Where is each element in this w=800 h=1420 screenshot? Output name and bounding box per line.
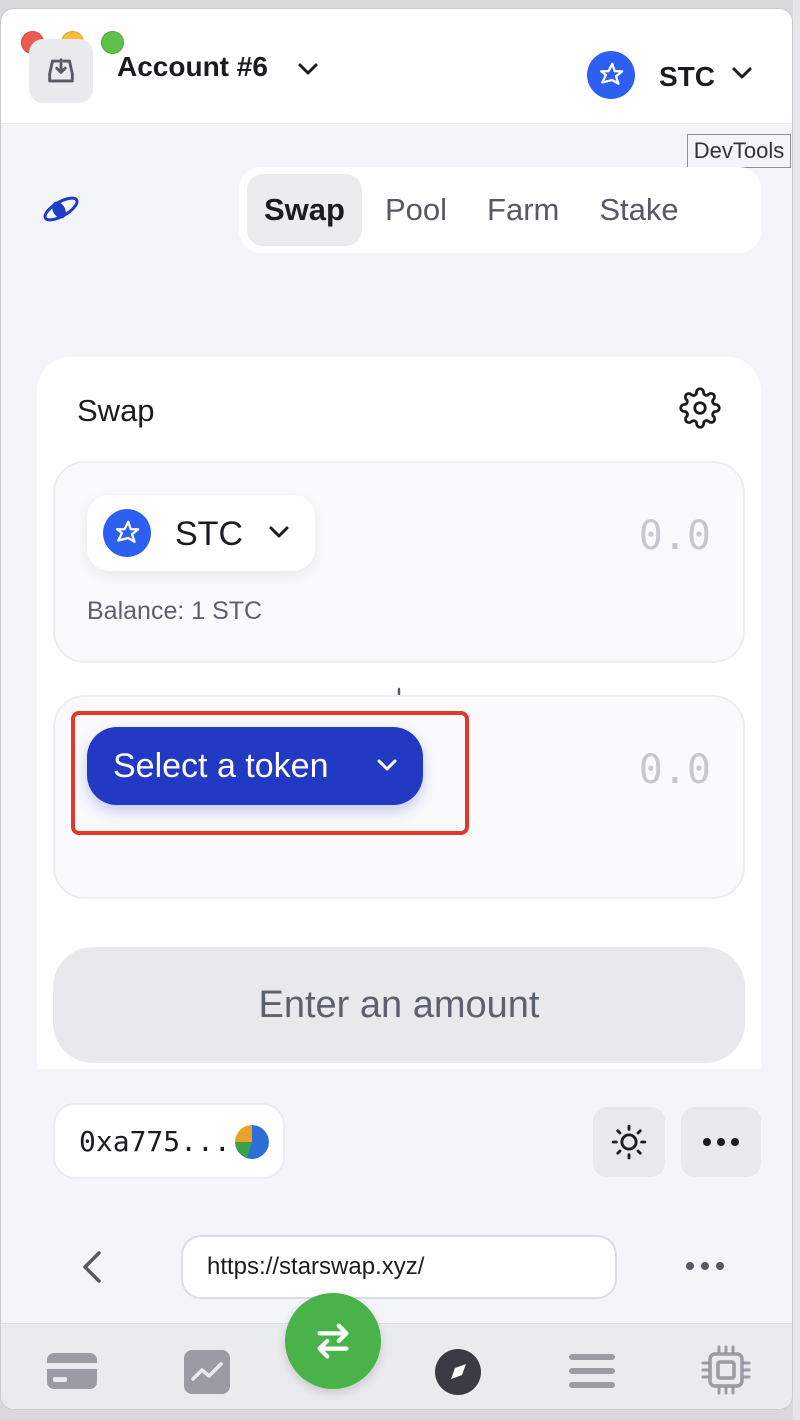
url-input[interactable]: https://starswap.xyz/ [181, 1235, 617, 1299]
theme-toggle-button[interactable] [593, 1107, 665, 1177]
compass-icon[interactable] [433, 1347, 483, 1397]
card-icon[interactable] [45, 1351, 99, 1391]
from-balance: Balance: 1 STC [87, 597, 263, 625]
account-title[interactable]: Account #6 [117, 51, 268, 83]
devtools-label[interactable]: DevTools [687, 134, 791, 168]
enter-amount-button[interactable]: Enter an amount [53, 947, 745, 1063]
download-tray-icon [48, 58, 74, 83]
stc-token-logo [103, 509, 151, 557]
wallet-address-button[interactable]: 0xa775... [53, 1103, 285, 1179]
gear-icon[interactable] [679, 387, 721, 429]
stc-network-logo[interactable] [587, 51, 635, 99]
swap-card-title: Swap [77, 393, 155, 428]
sun-icon [611, 1124, 647, 1160]
tab-swap[interactable]: Swap [247, 174, 362, 246]
top-bar: Account #6 STC [1, 9, 792, 124]
import-button[interactable] [29, 39, 93, 103]
tab-pool[interactable]: Pool [368, 174, 464, 246]
ellipsis-icon [703, 1138, 739, 1146]
main-tabs: Swap Pool Farm Stake [239, 167, 761, 253]
tab-farm[interactable]: Farm [470, 174, 576, 246]
to-amount-input[interactable]: 0.0 [639, 747, 711, 793]
from-amount-input[interactable]: 0.0 [639, 513, 711, 559]
chevron-down-icon [269, 526, 289, 538]
url-text: https://starswap.xyz/ [207, 1253, 425, 1280]
from-token-symbol: STC [175, 515, 243, 553]
wallet-address: 0xa775... [79, 1124, 231, 1158]
starswap-logo-icon[interactable] [41, 191, 81, 227]
bottom-nav [1, 1323, 792, 1409]
dapp-more-button[interactable] [681, 1107, 761, 1177]
swap-fab-button[interactable] [285, 1293, 381, 1389]
chart-icon[interactable] [183, 1349, 231, 1395]
swap-arrows-icon [317, 1323, 349, 1359]
network-label[interactable]: STC [659, 61, 715, 93]
chip-icon[interactable] [701, 1345, 751, 1395]
menu-icon[interactable] [567, 1351, 617, 1391]
wallet-window: Account #6 STC DevTools Swap Pool Farm S… [0, 8, 793, 1410]
chevron-down-icon[interactable] [731, 65, 753, 81]
stc-rocket-icon [599, 62, 624, 85]
chevron-down-icon[interactable] [297, 61, 319, 77]
from-token-selector[interactable]: STC [87, 495, 315, 571]
avatar [235, 1125, 269, 1159]
chevron-left-icon[interactable] [79, 1249, 105, 1285]
stc-rocket-icon [115, 520, 140, 543]
ellipsis-icon[interactable] [685, 1261, 725, 1271]
tab-stake[interactable]: Stake [582, 174, 695, 246]
swap-from-panel: STC 0.0 Balance: 1 STC [53, 461, 745, 663]
background-strip [793, 0, 800, 1420]
highlight-box [71, 711, 469, 835]
